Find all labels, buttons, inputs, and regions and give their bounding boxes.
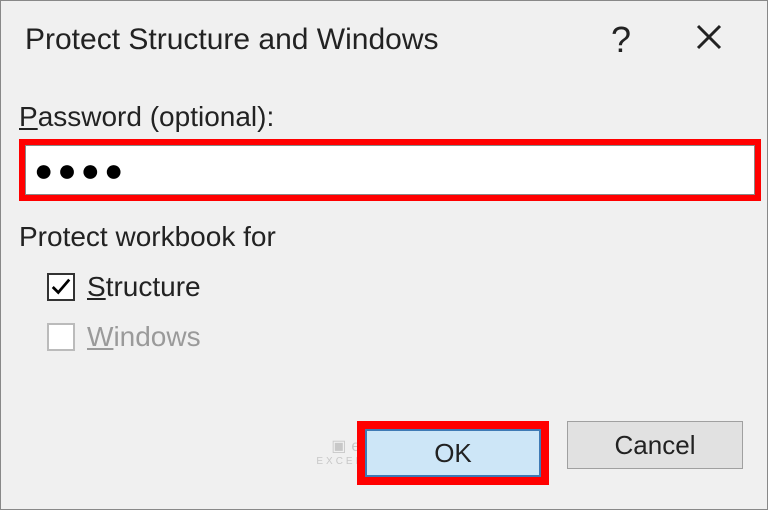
password-label: Password (optional): xyxy=(19,101,743,133)
structure-checkbox[interactable] xyxy=(47,273,75,301)
ok-button-highlight: OK xyxy=(357,421,549,485)
cancel-button[interactable]: Cancel xyxy=(567,421,743,469)
password-input-highlight xyxy=(19,139,761,201)
button-row: OK Cancel xyxy=(357,421,743,485)
close-icon[interactable] xyxy=(685,22,733,59)
ok-button[interactable]: OK xyxy=(365,429,541,477)
titlebar: Protect Structure and Windows ? xyxy=(1,1,767,71)
windows-label: Windows xyxy=(87,321,201,353)
protect-workbook-label: Protect workbook for xyxy=(19,221,743,253)
windows-checkbox-row: Windows xyxy=(47,321,743,353)
dialog-content: Password (optional): Protect workbook fo… xyxy=(1,71,767,353)
structure-label: Structure xyxy=(87,271,201,303)
password-input[interactable] xyxy=(25,145,755,195)
dialog-title: Protect Structure and Windows xyxy=(25,23,597,57)
windows-checkbox xyxy=(47,323,75,351)
structure-checkbox-row[interactable]: Structure xyxy=(47,271,743,303)
help-icon[interactable]: ? xyxy=(597,19,645,61)
